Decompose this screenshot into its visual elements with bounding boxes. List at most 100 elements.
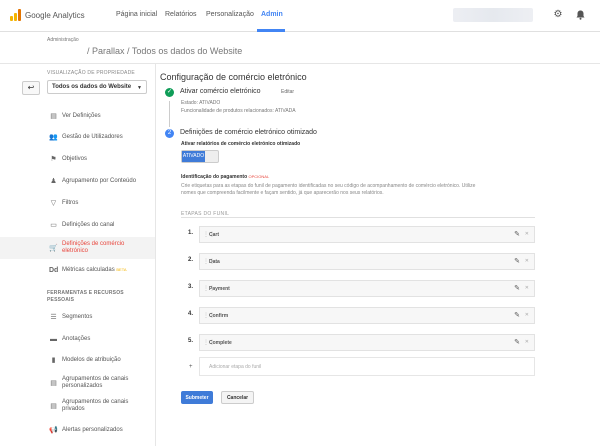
breadcrumb: / Parallax / Todos os dados do Website: [87, 46, 243, 56]
enhanced-ecommerce-label: Ativar relatórios de comércio eletrónico…: [181, 141, 301, 147]
segments-icon: ☰: [50, 314, 57, 321]
sidebar-item-label: Agrupamentos de canais privados: [62, 399, 129, 412]
submit-button[interactable]: Submeter: [181, 391, 213, 404]
funnel-step-number: 2.: [188, 257, 194, 263]
add-funnel-step-input[interactable]: Adicionar etapa do funil: [199, 357, 535, 376]
edit-link[interactable]: Editar: [281, 89, 294, 95]
pencil-icon[interactable]: ✎: [514, 311, 520, 319]
pencil-icon[interactable]: ✎: [514, 257, 520, 265]
checkout-labeling-heading: Identificação do pagamento OPCIONAL: [181, 174, 269, 180]
cancel-button[interactable]: Cancelar: [221, 391, 254, 404]
step2-number: 2: [165, 129, 174, 138]
divider: [0, 63, 600, 64]
bars-icon: ▮: [51, 357, 56, 364]
step1-related-products: Funcionalidade de produtos relacionados:…: [181, 108, 296, 114]
sidebar-item-label: Definições de comércio eletrónico: [62, 241, 125, 254]
sidebar-item-filters[interactable]: ▽ Filtros: [0, 194, 155, 212]
sidebar-border: [155, 64, 156, 446]
users-icon: 👥: [49, 134, 58, 141]
person-icon: ♟: [50, 178, 57, 185]
sidebar-item-private-channel-groupings[interactable]: ▤ Agrupamentos de canais privados: [0, 396, 155, 416]
sidebar-item-label: Métricas calculadas: [62, 267, 115, 273]
tab-reports[interactable]: Relatórios: [165, 11, 197, 18]
breadcrumb-section[interactable]: Administração: [47, 37, 79, 43]
tab-home[interactable]: Página inicial: [116, 11, 157, 18]
checkout-labeling-label: Identificação do pagamento: [181, 174, 248, 180]
analytics-logo-icon: [10, 9, 22, 21]
sidebar-item-view-settings[interactable]: ▤ Ver Definições: [0, 107, 155, 125]
close-icon[interactable]: ✕: [525, 258, 529, 264]
beta-badge: BETA: [116, 267, 127, 272]
tab-admin[interactable]: Admin: [261, 11, 283, 18]
pencil-icon[interactable]: ✎: [514, 284, 520, 292]
tools-section-heading: FERRAMENTAS E RECURSOS PESSOAIS: [47, 290, 124, 303]
toggle-state: ATIVADO: [182, 151, 205, 162]
enhanced-ecommerce-toggle[interactable]: ATIVADO: [181, 150, 219, 163]
pencil-icon[interactable]: ✎: [514, 230, 520, 238]
sidebar-item-user-management[interactable]: 👥 Gestão de Utilizadores: [0, 128, 155, 146]
sidebar-item-label: Gestão de Utilizadores: [62, 133, 123, 140]
divider: [181, 217, 535, 218]
funnel-step-number: 4.: [188, 311, 194, 317]
step1-status: Estado: ATIVADO: [181, 100, 221, 106]
channels-group-icon: ▤: [50, 380, 57, 387]
funnel-step-row[interactable]: ⋮⋮ Cart ✎ ✕: [199, 226, 535, 243]
funnel-step-row[interactable]: ⋮⋮ Confirm ✎ ✕: [199, 307, 535, 324]
checkmark-icon: ✓: [165, 88, 174, 97]
funnel-step-name: Data: [209, 259, 220, 265]
close-icon[interactable]: ✕: [525, 312, 529, 318]
sidebar-item-label: Objetivos: [62, 155, 88, 162]
sidebar-item-label: Agrupamento por Conteúdo: [62, 177, 137, 184]
funnel-step-number: 1.: [188, 230, 194, 236]
sidebar-item-custom-channel-groupings[interactable]: ▤ Agrupamentos de canais personalizados: [0, 373, 155, 393]
close-icon[interactable]: ✕: [525, 339, 529, 345]
annotation-icon: ▬: [50, 335, 57, 343]
active-tab-indicator: [257, 29, 285, 32]
sidebar-item-label: Anotações: [62, 335, 91, 342]
pencil-icon[interactable]: ✎: [514, 338, 520, 346]
close-icon[interactable]: ✕: [525, 285, 529, 291]
back-arrow-icon: ↩: [27, 83, 35, 92]
filter-icon: ▽: [50, 200, 57, 207]
megaphone-icon: 📢: [49, 427, 58, 434]
caret-down-icon: ▼: [137, 85, 142, 91]
cart-icon: 🛒: [49, 245, 58, 252]
step-connector: [169, 101, 170, 127]
sidebar-item-attribution-models[interactable]: ▮ Modelos de atribuição: [0, 351, 155, 369]
view-label: VISUALIZAÇÃO DE PROPRIEDADE: [47, 70, 135, 76]
channel-icon: ▭: [50, 222, 57, 229]
sidebar-item-annotations[interactable]: ▬ Anotações: [0, 330, 155, 348]
sidebar-item-label: Filtros: [62, 199, 79, 206]
close-icon[interactable]: ✕: [525, 231, 529, 237]
sidebar-item-content-grouping[interactable]: ♟ Agrupamento por Conteúdo: [0, 172, 155, 190]
sidebar-item-ecommerce-settings[interactable]: 🛒 Definições de comércio eletrónico: [0, 237, 155, 259]
top-navigation: Google Analytics Página inicial Relatóri…: [0, 0, 600, 32]
funnel-step-name: Payment: [209, 286, 230, 292]
sidebar-item-label: Alertas personalizados: [62, 426, 123, 433]
bell-icon[interactable]: [575, 10, 585, 20]
sidebar-item-segments[interactable]: ☰ Segmentos: [0, 308, 155, 326]
sidebar-item-custom-alerts[interactable]: 📢 Alertas personalizados: [0, 421, 155, 439]
flag-icon: ⚑: [50, 156, 57, 163]
sidebar-item-channel-settings[interactable]: ▭ Definições do canal: [0, 216, 155, 234]
optional-badge: OPCIONAL: [248, 174, 270, 179]
view-dropdown[interactable]: Todos os dados do Website ▼: [47, 80, 147, 94]
back-button[interactable]: ↩: [22, 81, 40, 95]
funnel-step-number: 3.: [188, 284, 194, 290]
sidebar-item-label: Modelos de atribuição: [62, 356, 121, 363]
private-channels-icon: ▤: [50, 403, 57, 410]
add-funnel-step-placeholder: Adicionar etapa do funil: [209, 364, 262, 370]
sidebar-item-label-wrap: Métricas calculadas BETA: [62, 266, 127, 274]
funnel-step-number: 5.: [188, 338, 194, 344]
funnel-step-row[interactable]: ⋮⋮ Payment ✎ ✕: [199, 280, 535, 297]
sidebar-item-goals[interactable]: ⚑ Objetivos: [0, 150, 155, 168]
sidebar-item-calculated-metrics[interactable]: Dd Métricas calculadas BETA: [0, 261, 155, 279]
funnel-step-name: Cart: [209, 232, 220, 238]
tab-customization[interactable]: Personalização: [206, 11, 254, 18]
funnel-step-row[interactable]: ⋮⋮ Data ✎ ✕: [199, 253, 535, 270]
google-analytics-logo[interactable]: Google Analytics: [10, 9, 85, 21]
funnel-step-row[interactable]: ⋮⋮ Complete ✎ ✕: [199, 334, 535, 351]
brand-name: Google Analytics: [25, 10, 85, 20]
account-selector[interactable]: [453, 8, 533, 22]
gear-icon[interactable]: ⚙: [553, 10, 563, 20]
